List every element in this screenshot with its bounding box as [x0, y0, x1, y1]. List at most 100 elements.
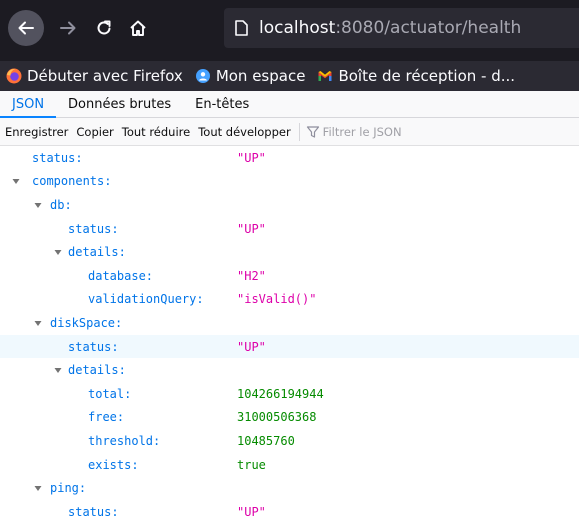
url-host: localhost: [259, 18, 336, 38]
json-value: "isValid()": [237, 292, 317, 307]
json-value: "UP": [237, 221, 266, 236]
filter-json-input[interactable]: [322, 124, 463, 139]
json-key: database:: [88, 268, 154, 283]
mon-espace-icon: [195, 68, 211, 84]
json-value: "UP": [237, 504, 266, 519]
page-icon: [232, 19, 250, 37]
tab-headers[interactable]: En-têtes: [183, 91, 261, 117]
expand-toggle-icon[interactable]: [52, 246, 64, 258]
json-row: status: "UP": [0, 500, 579, 524]
bookmark-inbox[interactable]: Boîte de réception - d...: [317, 67, 515, 85]
viewer-tabs: JSON Données brutes En-têtes: [0, 91, 579, 118]
json-key-cell: validationQuery:: [0, 288, 237, 312]
json-key-cell: threshold:: [0, 429, 237, 453]
json-key-cell: database:: [0, 264, 237, 288]
bookmarks-toolbar: Débuter avec Firefox Mon espace Boîte de…: [0, 61, 579, 91]
json-row[interactable]: diskSpace:: [0, 311, 579, 335]
json-row: status: "UP": [0, 146, 579, 170]
json-row: database: "H2": [0, 264, 579, 288]
json-value: true: [237, 457, 266, 472]
home-button[interactable]: [122, 12, 154, 44]
firefox-icon: [6, 68, 22, 84]
reload-icon: [97, 20, 111, 35]
json-row: total: 104266194944: [0, 382, 579, 406]
json-key-cell: free:: [0, 406, 237, 430]
json-key-cell: exists:: [0, 453, 237, 477]
url-text: localhost:8080/actuator/health: [259, 18, 521, 38]
bookmark-label: Débuter avec Firefox: [27, 67, 183, 85]
json-key-cell: diskSpace:: [0, 311, 237, 335]
url-path: :8080/actuator/health: [335, 18, 522, 38]
json-key: status:: [68, 339, 119, 354]
json-key: details:: [68, 363, 126, 378]
bookmark-label: Boîte de réception - d...: [338, 67, 516, 85]
json-value: 31000506368: [237, 410, 317, 425]
bookmark-mon-espace[interactable]: Mon espace: [195, 67, 306, 85]
json-value: "H2": [237, 268, 266, 283]
browser-toolbar: localhost:8080/actuator/health: [0, 0, 579, 61]
json-row[interactable]: components:: [0, 170, 579, 194]
collapse-all-button[interactable]: Tout réduire: [118, 125, 194, 139]
expand-toggle-icon[interactable]: [32, 317, 44, 329]
json-key: validationQuery:: [88, 292, 204, 307]
arrow-right-icon: [60, 21, 76, 35]
json-key: threshold:: [88, 433, 161, 448]
json-key-cell: status:: [0, 217, 237, 241]
forward-button[interactable]: [52, 12, 84, 44]
json-key-cell: components:: [0, 170, 237, 194]
json-key-cell: status:: [0, 146, 237, 170]
json-key-cell: total:: [0, 382, 237, 406]
arrow-left-icon: [18, 21, 34, 35]
json-value: 104266194944: [237, 386, 324, 401]
json-value: "UP": [237, 150, 266, 165]
json-key: total:: [88, 386, 132, 401]
back-button[interactable]: [8, 10, 44, 46]
json-key: status:: [68, 504, 119, 519]
json-key-cell: details:: [0, 240, 237, 264]
json-row: threshold: 10485760: [0, 429, 579, 453]
viewer-actions: Enregistrer Copier Tout réduire Tout dév…: [0, 118, 579, 146]
tab-json[interactable]: JSON: [0, 91, 57, 118]
bookmark-label: Mon espace: [215, 67, 306, 85]
json-row[interactable]: ping:: [0, 476, 579, 500]
expand-all-button[interactable]: Tout développer: [194, 125, 294, 139]
json-key: exists:: [88, 457, 139, 472]
json-row[interactable]: db:: [0, 193, 579, 217]
divider: [298, 122, 300, 141]
expand-toggle-icon[interactable]: [10, 175, 22, 187]
expand-toggle-icon[interactable]: [32, 482, 44, 494]
copy-button[interactable]: Copier: [72, 125, 117, 139]
expand-toggle-icon[interactable]: [52, 364, 64, 376]
json-value: "UP": [237, 339, 266, 354]
json-row[interactable]: details:: [0, 358, 579, 382]
gmail-icon: [317, 68, 333, 84]
json-row[interactable]: details:: [0, 240, 579, 264]
save-button[interactable]: Enregistrer: [0, 125, 72, 139]
reload-button[interactable]: [88, 12, 120, 44]
bookmark-firefox[interactable]: Débuter avec Firefox: [6, 67, 183, 85]
json-value: 10485760: [237, 433, 295, 448]
json-key: status:: [32, 150, 83, 165]
json-key-cell: status:: [0, 335, 237, 359]
expand-toggle-icon[interactable]: [32, 199, 44, 211]
json-key-cell: db:: [0, 193, 237, 217]
json-tree: status: "UP" components: db: status: "UP" deta…: [0, 146, 579, 526]
filter-icon: [306, 125, 320, 139]
home-icon: [130, 20, 146, 36]
json-row: status: "UP": [0, 334, 579, 359]
json-key-cell: details:: [0, 358, 237, 382]
tab-raw-data[interactable]: Données brutes: [56, 91, 183, 117]
json-key: ping:: [50, 481, 87, 496]
json-row: status: "UP": [0, 217, 579, 241]
json-key: db:: [50, 197, 72, 212]
filter-box: [306, 124, 463, 139]
json-row: validationQuery: "isValid()": [0, 288, 579, 312]
json-row: free: 31000506368: [0, 406, 579, 430]
address-bar[interactable]: localhost:8080/actuator/health: [224, 8, 579, 48]
json-key: components:: [32, 174, 112, 189]
json-key-cell: status:: [0, 500, 237, 524]
json-row: exists: true: [0, 453, 579, 477]
json-key: free:: [88, 410, 125, 425]
json-key: diskSpace:: [50, 315, 123, 330]
json-key: details:: [68, 245, 126, 260]
